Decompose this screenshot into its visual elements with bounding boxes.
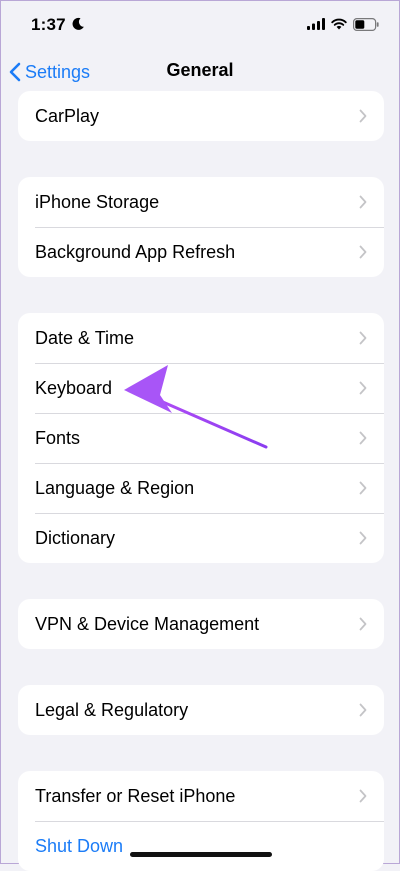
row-label: Dictionary — [35, 527, 116, 548]
settings-row-legal-regulatory[interactable]: Legal & Regulatory — [18, 685, 384, 735]
annotation-arrow-icon — [124, 365, 268, 449]
settings-group-carplay: CarPlay — [18, 91, 384, 141]
chevron-right-icon — [359, 109, 367, 123]
settings-row-vpn-device-management[interactable]: VPN & Device Management — [18, 599, 384, 649]
home-indicator — [130, 852, 272, 857]
row-label: Shut Down — [35, 835, 124, 856]
settings-row-iphone-storage[interactable]: iPhone Storage — [18, 177, 384, 227]
status-bar: 1:37 — [1, 1, 399, 45]
settings-row-language-region[interactable]: Language & Region — [18, 463, 384, 513]
battery-icon — [353, 17, 379, 31]
chevron-right-icon — [359, 245, 367, 259]
row-label: iPhone Storage — [35, 191, 160, 212]
settings-group-legal: Legal & Regulatory — [18, 685, 384, 735]
row-label: Fonts — [35, 427, 81, 448]
status-icons — [307, 16, 379, 32]
chevron-right-icon — [359, 617, 367, 631]
settings-group-vpn: VPN & Device Management — [18, 599, 384, 649]
row-label: CarPlay — [35, 105, 100, 126]
chevron-right-icon — [359, 381, 367, 395]
wifi-icon — [331, 18, 347, 30]
row-label: Transfer or Reset iPhone — [35, 785, 236, 806]
status-time: 1:37 — [31, 15, 66, 34]
settings-group-storage: iPhone Storage Background App Refresh — [18, 177, 384, 277]
moon-icon — [72, 17, 84, 30]
settings-row-carplay[interactable]: CarPlay — [18, 91, 384, 141]
cellular-signal-icon — [307, 18, 325, 30]
row-label: VPN & Device Management — [35, 613, 260, 634]
settings-row-date-time[interactable]: Date & Time — [18, 313, 384, 363]
row-label: Language & Region — [35, 477, 195, 498]
chevron-right-icon — [359, 789, 367, 803]
settings-row-dictionary[interactable]: Dictionary — [18, 513, 384, 563]
chevron-right-icon — [359, 703, 367, 717]
chevron-right-icon — [359, 431, 367, 445]
row-label: Keyboard — [35, 377, 113, 398]
chevron-right-icon — [359, 195, 367, 209]
row-label: Background App Refresh — [35, 241, 236, 262]
chevron-right-icon — [359, 481, 367, 495]
settings-row-background-app-refresh[interactable]: Background App Refresh — [18, 227, 384, 277]
settings-row-transfer-reset[interactable]: Transfer or Reset iPhone — [18, 771, 384, 821]
row-label: Date & Time — [35, 327, 135, 348]
page-title: General — [166, 60, 234, 80]
chevron-right-icon — [359, 531, 367, 545]
chevron-right-icon — [359, 331, 367, 345]
row-label: Legal & Regulatory — [35, 699, 189, 720]
